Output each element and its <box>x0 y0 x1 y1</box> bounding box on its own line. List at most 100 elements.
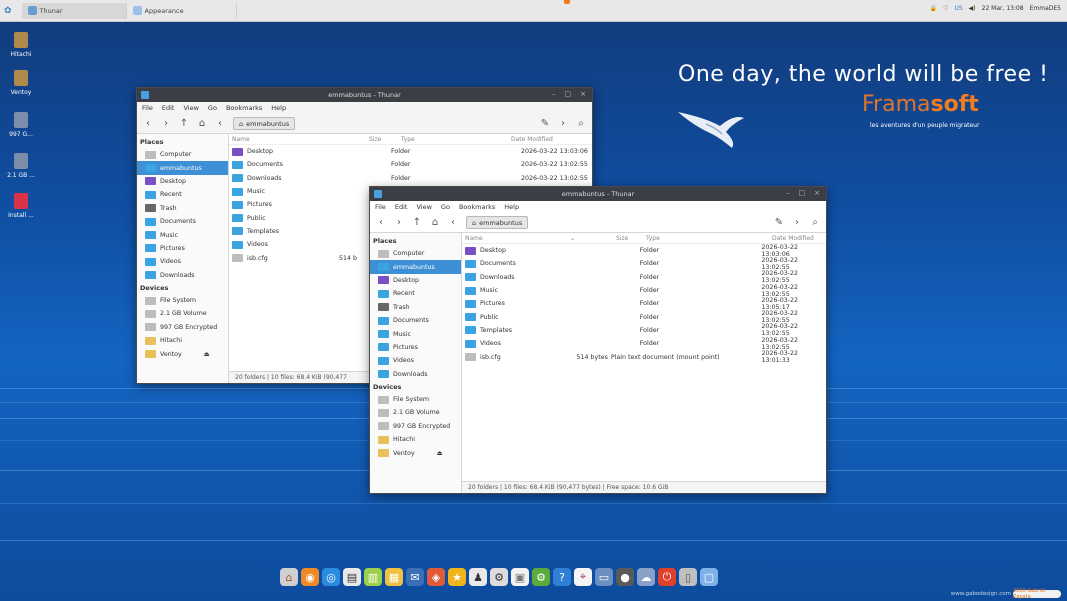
column-size[interactable]: Size <box>616 235 646 242</box>
menu-icon[interactable]: ✿ <box>4 6 12 16</box>
sidebar-item-trash[interactable]: Trash <box>137 202 228 215</box>
firefox-icon[interactable]: ◉ <box>301 568 319 586</box>
desktop-icon-hitachi[interactable]: Hitachi <box>4 32 38 58</box>
column-name[interactable]: Name <box>229 136 369 143</box>
up-button[interactable]: ↑ <box>179 118 189 129</box>
table-row[interactable]: Downloads Folder 2026-03-22 13:02:55 <box>229 172 592 185</box>
table-row[interactable]: Desktop Folder 2026-03-22 13:03:06 <box>462 244 826 258</box>
eject-icon[interactable]: ⏏ <box>204 351 210 358</box>
column-size[interactable]: Size <box>369 136 391 143</box>
table-row[interactable]: Documents Folder 2026-03-22 13:02:55 <box>462 257 826 271</box>
files-icon[interactable]: ▦ <box>385 568 403 586</box>
path-left-button[interactable]: ‹ <box>215 118 225 129</box>
clock[interactable]: 22 Mar, 13:08 <box>982 5 1024 12</box>
thunar-window-front[interactable]: emmabuntus - Thunar – □ × File Edit View G… <box>369 186 827 494</box>
search-icon[interactable]: ⌕ <box>576 118 586 129</box>
sidebar-item-videos[interactable]: Videos <box>137 255 228 268</box>
up-button[interactable]: ↑ <box>412 217 422 228</box>
sidebar-item-filesystem[interactable]: File System <box>137 294 228 307</box>
desktop-icon-997gb[interactable]: 997 G... <box>4 112 38 138</box>
sidebar-item-home[interactable]: emmabuntus <box>137 161 228 175</box>
menu-file[interactable]: File <box>375 203 386 211</box>
sidebar-item-home[interactable]: emmabuntus <box>370 260 461 274</box>
menu-edit[interactable]: Edit <box>395 203 408 211</box>
sidebar-item-volume[interactable]: 2.1 GB Volume <box>370 406 461 419</box>
table-row[interactable]: Public Folder 2026-03-22 13:02:55 <box>462 310 826 324</box>
tools-icon[interactable]: ⚙ <box>490 568 508 586</box>
sidebar-item-desktop[interactable]: Desktop <box>137 175 228 188</box>
star-icon[interactable]: ★ <box>448 568 466 586</box>
location-button[interactable]: ⌂ emmabuntus <box>233 117 296 130</box>
sidebar-item-encrypted[interactable]: 997 GB Encrypted <box>137 321 228 334</box>
menu-bookmarks[interactable]: Bookmarks <box>459 203 495 211</box>
desktop-icon-install[interactable]: Install ... <box>4 193 38 219</box>
column-date[interactable]: Date Modified <box>772 235 814 242</box>
sidebar-item-ventoy[interactable]: Ventoy ⏏ <box>370 446 461 459</box>
eject-icon[interactable]: ⏏ <box>437 450 443 457</box>
sidebar-item-desktop[interactable]: Desktop <box>370 274 461 287</box>
close-button[interactable]: × <box>814 189 820 197</box>
monitor-icon[interactable]: ▭ <box>595 568 613 586</box>
sidebar-item-pictures[interactable]: Pictures <box>370 341 461 354</box>
back-button[interactable]: ‹ <box>143 118 153 129</box>
sidebar-item-videos[interactable]: Videos <box>370 354 461 367</box>
maximize-button[interactable]: □ <box>799 189 806 197</box>
column-date[interactable]: Date Modified <box>511 136 553 143</box>
menu-help[interactable]: Help <box>504 203 519 211</box>
sidebar-item-hitachi[interactable]: Hitachi <box>137 334 228 347</box>
table-row[interactable]: Desktop Folder 2026-03-22 13:03:06 <box>229 145 592 158</box>
help-icon[interactable]: ? <box>553 568 571 586</box>
sidebar-item-documents[interactable]: Documents <box>370 314 461 327</box>
sidebar-item-computer[interactable]: Computer <box>370 247 461 260</box>
maximize-button[interactable]: □ <box>565 90 572 98</box>
edit-location-icon[interactable]: ✎ <box>774 217 784 228</box>
sidebar-item-volume[interactable]: 2.1 GB Volume <box>137 307 228 320</box>
path-left-button[interactable]: ‹ <box>448 217 458 228</box>
home-icon[interactable]: ⌂ <box>280 568 298 586</box>
back-button[interactable]: ‹ <box>376 217 386 228</box>
home-button[interactable]: ⌂ <box>197 118 207 129</box>
table-row[interactable]: Downloads Folder 2026-03-22 13:02:55 <box>462 270 826 284</box>
desktop-icon-ventoy[interactable]: Ventoy <box>4 70 38 96</box>
mail-icon[interactable]: ✉ <box>406 568 424 586</box>
keyboard-layout[interactable]: US <box>954 5 962 12</box>
menu-bookmarks[interactable]: Bookmarks <box>226 104 262 112</box>
table-row[interactable]: Music Folder 2026-03-22 13:02:55 <box>462 284 826 298</box>
taskbar-item-appearance[interactable]: Appearance <box>127 2 237 19</box>
sidebar-item-music[interactable]: Music <box>370 327 461 340</box>
window-titlebar[interactable]: emmabuntus - Thunar – □ × <box>137 88 592 102</box>
menu-file[interactable]: File <box>142 104 153 112</box>
sidebar-item-recent[interactable]: Recent <box>370 287 461 300</box>
sort-indicator-icon[interactable]: ⌄ <box>570 235 616 242</box>
lock-icon[interactable]: 🔒 <box>930 5 937 12</box>
sidebar-item-music[interactable]: Music <box>137 228 228 241</box>
home-button[interactable]: ⌂ <box>430 217 440 228</box>
table-row[interactable]: Pictures Folder 2026-03-22 13:05:17 <box>462 297 826 311</box>
search-icon[interactable]: ⌕ <box>810 217 820 228</box>
menu-help[interactable]: Help <box>271 104 286 112</box>
taskbar-item-thunar[interactable]: Thunar <box>21 2 127 19</box>
chromium-icon[interactable]: ◎ <box>322 568 340 586</box>
chat-icon[interactable]: ☁ <box>637 568 655 586</box>
accessibility-icon[interactable]: ♟ <box>469 568 487 586</box>
edit-location-icon[interactable]: ✎ <box>540 118 550 129</box>
desktop-icon-2gb[interactable]: 2.1 GB ... <box>4 153 38 179</box>
menu-go[interactable]: Go <box>208 104 217 112</box>
software-icon[interactable]: ▣ <box>511 568 529 586</box>
sidebar-item-recent[interactable]: Recent <box>137 188 228 201</box>
office-icon[interactable]: ▥ <box>364 568 382 586</box>
network-icon[interactable]: ♡ <box>943 5 948 12</box>
settings-icon[interactable]: ⚙ <box>532 568 550 586</box>
menu-go[interactable]: Go <box>441 203 450 211</box>
menu-view[interactable]: View <box>416 203 431 211</box>
table-row[interactable]: Documents Folder 2026-03-22 13:02:55 <box>229 158 592 171</box>
menu-edit[interactable]: Edit <box>162 104 175 112</box>
sidebar-item-downloads[interactable]: Downloads <box>137 269 228 282</box>
sidebar-item-computer[interactable]: Computer <box>137 148 228 161</box>
document-icon[interactable]: ▤ <box>343 568 361 586</box>
table-row[interactable]: Videos Folder 2026-03-22 13:02:55 <box>462 337 826 351</box>
sidebar-item-pictures[interactable]: Pictures <box>137 242 228 255</box>
user-name[interactable]: EmmaDE5 <box>1030 5 1061 12</box>
minimize-button[interactable]: – <box>786 189 790 197</box>
screenshot-icon[interactable]: ⌖ <box>574 568 592 586</box>
